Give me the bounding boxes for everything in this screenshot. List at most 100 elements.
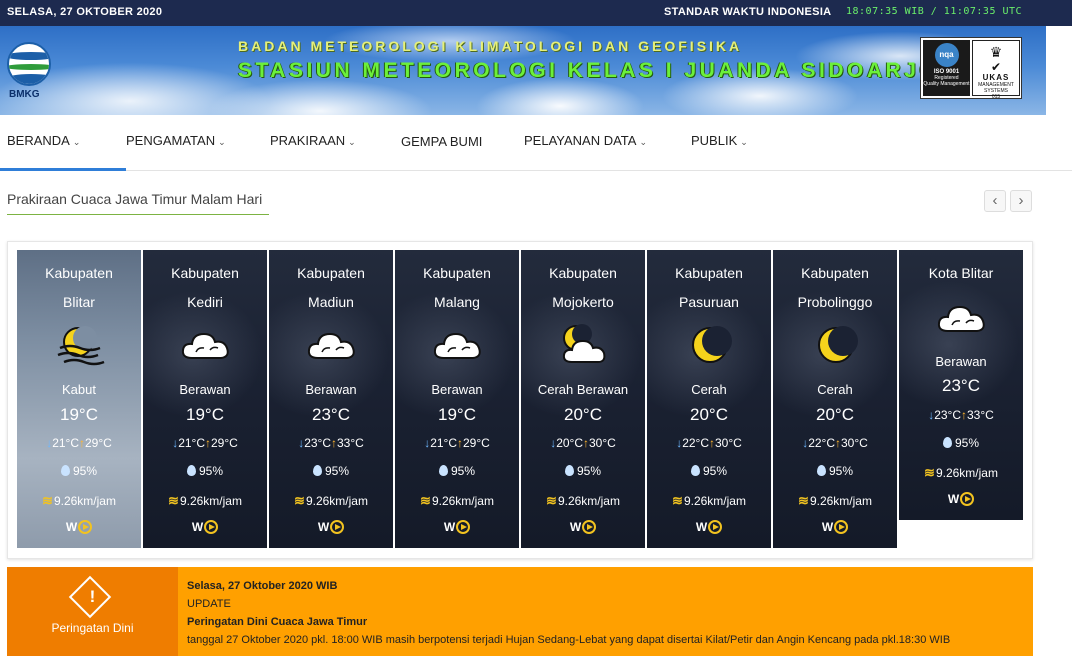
nav-item-pengamatan[interactable]: PENGAMATAN ⌄ [126,133,226,148]
forecast-card[interactable]: Kota Blitar Berawan 23°C ↓23°C↑33°C 95% ≋ 9.26… [899,250,1023,520]
water-drop-icon [438,465,448,476]
region-type: Kabupaten [801,265,869,281]
wind-speed-value: 9.26km/jam [53,494,116,508]
station-name: STASIUN METEOROLOGI KELAS I JUANDA SIDOA… [238,59,940,82]
temp-max: 29°C [211,436,238,450]
temp-max: 30°C [841,436,868,450]
chevron-down-icon: ⌄ [740,137,748,147]
forecast-card[interactable]: Kabupaten Malang Berawan 19°C ↓21°C↑29°C 95% ≋… [395,250,519,548]
forecast-card[interactable]: Kabupaten Probolinggo Cerah 20°C ↓22°C↑30°C 9… [773,250,897,548]
temp-max: 33°C [337,436,364,450]
humidity-value: 95% [198,464,224,478]
wind-direction-value: W [821,520,834,534]
time-standard-label: STANDAR WAKTU INDONESIA [664,6,832,18]
wind-direction: W [773,520,897,534]
wind-icon: ≋ [420,493,431,508]
wind-direction-value: W [947,492,960,506]
temperature: 23°C [312,405,350,424]
wind-speed-value: 9.26km/jam [179,494,242,508]
nav-item-pelayanan-data[interactable]: PELAYANAN DATA ⌄ [524,133,647,148]
wind-speed: ≋ 9.26km/jam [899,465,1023,481]
moon-icon [810,322,862,368]
fog-moon-icon [54,322,106,368]
wind-speed: ≋ 9.26km/jam [17,493,141,509]
carousel-prev-button[interactable]: ‹ [984,190,1006,212]
wind-speed: ≋ 9.26km/jam [143,493,267,509]
forecast-card[interactable]: Kabupaten Pasuruan Cerah 20°C ↓22°C↑30°C 95% ≋… [647,250,771,548]
region-name: Madiun [308,294,354,310]
warning-date: Selasa, 27 Oktober 2020 WIB [187,580,338,592]
temp-max: 30°C [715,436,742,450]
header-banner: BMKG BADAN METEOROLOGI KLIMATOLOGI DAN G… [0,26,1046,115]
water-drop-icon [942,437,952,448]
wind-speed-value: 9.26km/jam [431,494,494,508]
region-type: Kabupaten [675,265,743,281]
wind-icon: ≋ [798,493,809,508]
wind-speed: ≋ 9.26km/jam [773,493,897,509]
forecast-card[interactable]: Kabupaten Kediri Berawan 19°C ↓21°C↑29°C 95% ≋… [143,250,267,548]
region-name: Pasuruan [679,294,739,310]
forecast-card[interactable]: Kabupaten Madiun Berawan 23°C ↓23°C↑33°C 95% ≋… [269,250,393,548]
region-name: Malang [434,294,480,310]
warning-text: tanggal 27 Oktober 2020 pkl. 18:00 WIB m… [187,634,951,646]
temp-max: 29°C [463,436,490,450]
section-title: Prakiraan Cuaca Jawa Timur Malam Hari [7,191,263,207]
water-drop-icon [564,465,574,476]
humidity: 95% [521,464,645,478]
nav-item-gempa-bumi[interactable]: GEMPA BUMI [401,134,482,149]
bmkg-logo[interactable]: BMKG [4,42,54,104]
compass-icon [834,520,849,534]
cloud-icon [180,322,232,368]
wind-speed: ≋ 9.26km/jam [269,493,393,509]
temp-min: 21°C [52,436,79,450]
warning-update: UPDATE [187,598,231,610]
wind-speed: ≋ 9.26km/jam [647,493,771,509]
wind-icon: ≋ [294,493,305,508]
temp-min: 21°C [430,436,457,450]
temperature: 19°C [186,405,224,424]
cloud-icon [936,295,988,341]
temp-max: 33°C [967,408,994,422]
temp-max: 30°C [589,436,616,450]
wind-speed: ≋ 9.26km/jam [521,493,645,509]
temperature: 20°C [564,405,602,424]
wind-direction-value: W [191,520,204,534]
weather-condition: Berawan [305,382,357,397]
region-name: Probolinggo [797,294,873,310]
wind-icon: ≋ [42,493,53,508]
early-warning-tab[interactable]: ! Peringatan Dini [7,567,178,656]
nav-item-beranda[interactable]: BERANDA ⌄ [7,133,80,148]
wind-speed-value: 9.26km/jam [305,494,368,508]
nav-item-prakiraan[interactable]: PRAKIRAAN ⌄ [270,133,356,148]
temp-range: ↓21°C↑29°C [143,436,267,450]
water-drop-icon [60,465,70,476]
region-name: Kediri [187,294,223,310]
wind-direction: W [143,520,267,534]
compass-icon [330,520,345,534]
region-type: Kabupaten [45,265,113,281]
forecast-card[interactable]: Kabupaten Blitar Kabut 19°C ↓21°C↑29°C 95% ≋ 9.… [17,250,141,548]
active-tab-indicator [0,168,126,171]
wind-direction: W [17,520,141,534]
wind-speed-value: 9.26km/jam [557,494,620,508]
temp-max: 29°C [85,436,112,450]
bmkg-emblem-icon [7,42,51,86]
temp-range: ↓21°C↑29°C [395,436,519,450]
carousel-next-button[interactable]: › [1010,190,1032,212]
early-warning-panel: ! Peringatan Dini Selasa, 27 Oktober 202… [7,567,1033,656]
forecast-card[interactable]: Kabupaten Mojokerto Cerah Berawan 20°C ↓20°C… [521,250,645,548]
region-type: Kabupaten [549,265,617,281]
weather-condition: Cerah Berawan [537,382,629,397]
temperature: 23°C [942,376,980,395]
temp-range: ↓23°C↑33°C [269,436,393,450]
compass-icon [708,520,723,534]
chevron-down-icon: ⌄ [348,137,356,147]
nav-item-publik[interactable]: PUBLIK ⌄ [691,133,748,148]
humidity: 95% [899,436,1023,450]
wind-direction: W [899,492,1023,506]
weather-condition: Berawan [179,382,231,397]
early-warning-label: Peringatan Dini [51,621,134,635]
moon-icon [684,322,736,368]
water-drop-icon [816,465,826,476]
wind-direction: W [647,520,771,534]
